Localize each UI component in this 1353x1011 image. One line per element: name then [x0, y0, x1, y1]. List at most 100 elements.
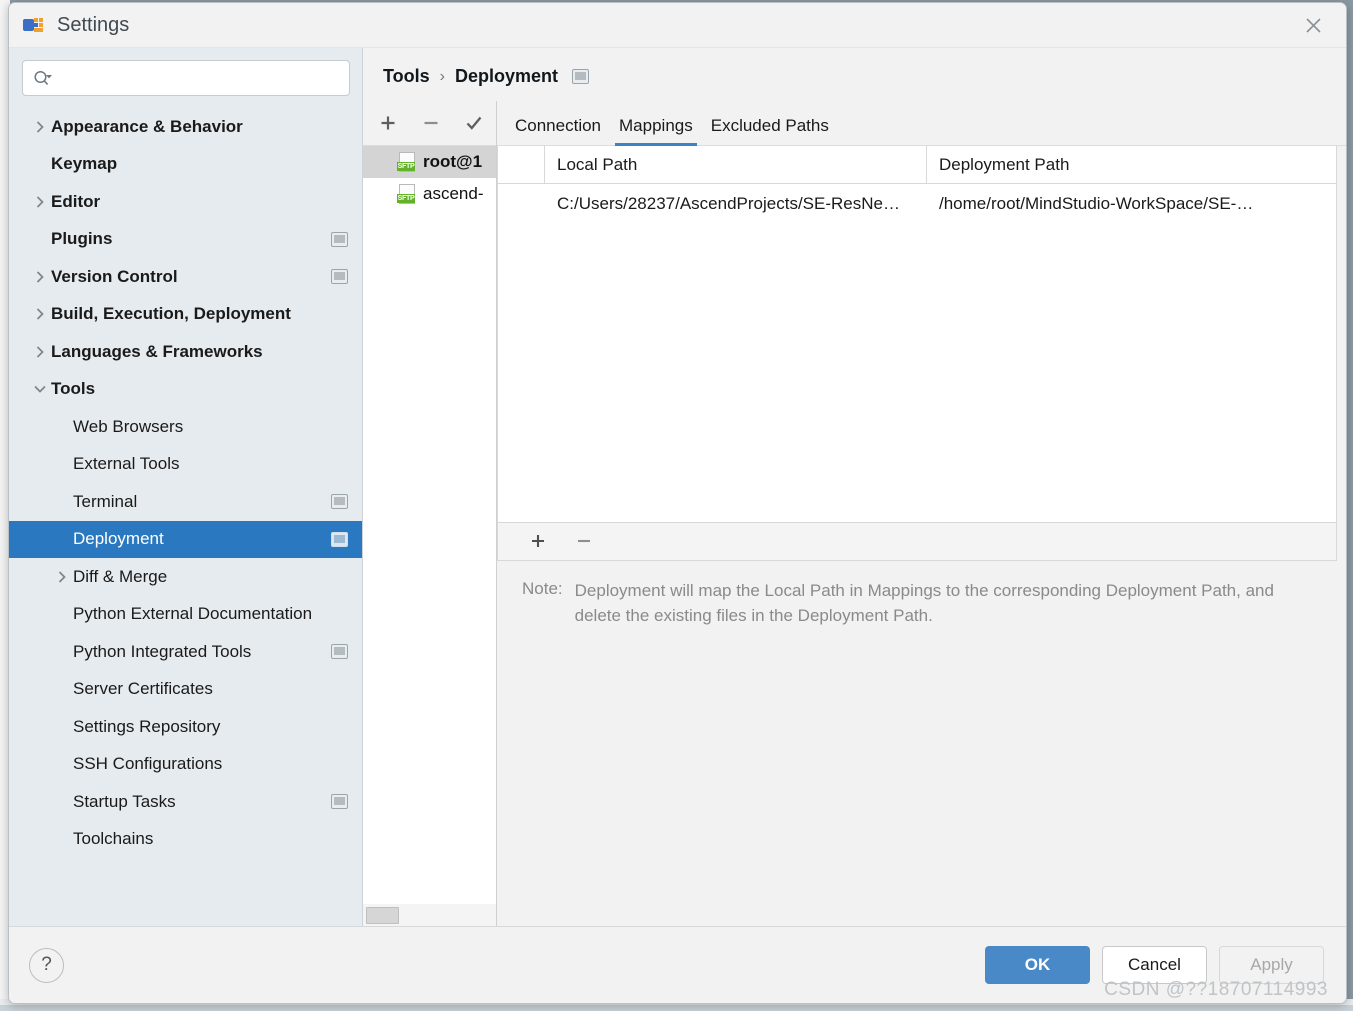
sidebar-item-label: Python Integrated Tools — [73, 641, 252, 661]
sidebar-item-label: Web Browsers — [73, 416, 184, 436]
help-button[interactable]: ? — [29, 947, 64, 983]
server-list: SFTP root@1 SFTP ascend- — [363, 146, 496, 904]
sidebar-item-keymap[interactable]: Keymap — [9, 146, 362, 184]
sidebar-item-tools[interactable]: Tools — [9, 371, 362, 409]
chevron-down-icon[interactable] — [29, 383, 51, 395]
sidebar-item-label: Diff & Merge — [73, 566, 168, 586]
project-scope-badge-icon — [572, 69, 590, 84]
sidebar-item-plugins[interactable]: Plugins — [9, 221, 362, 259]
project-scope-badge-icon — [331, 644, 348, 660]
search-icon — [33, 70, 54, 87]
chevron-right-icon[interactable] — [29, 345, 51, 359]
server-list-item[interactable]: SFTP ascend- — [363, 178, 496, 210]
search-input[interactable] — [58, 68, 341, 88]
deployment-tabs-column: Connection Mappings Excluded Paths Local P… — [497, 101, 1346, 926]
deployment-content: SFTP root@1 SFTP ascend- Connection Mappings… — [363, 101, 1346, 926]
sidebar-item-build-execution-deployment[interactable]: Build, Execution, Deployment — [9, 296, 362, 334]
sftp-server-icon: SFTP — [397, 184, 417, 204]
mappings-table-empty-area — [498, 224, 1336, 522]
pycharm-icon — [23, 15, 45, 35]
row-marker — [498, 184, 545, 224]
background-strip-bottom-edge — [0, 1005, 1353, 1011]
settings-dialog: Settings Appearance & Behavior Keymap Ed… — [8, 2, 1347, 1004]
plus-icon[interactable] — [525, 528, 551, 554]
search-box[interactable] — [22, 60, 350, 96]
sidebar-item-terminal[interactable]: Terminal — [9, 483, 362, 521]
tab-connection[interactable]: Connection — [506, 116, 610, 145]
breadcrumb-current: Deployment — [455, 66, 559, 86]
search-container — [9, 48, 362, 106]
main-panel: Tools › Deployment SFTP root@1 SFTP asce… — [363, 48, 1346, 926]
note-text: Deployment will map the Local Path in Ma… — [574, 580, 1274, 625]
scrollbar-thumb[interactable] — [366, 906, 399, 924]
tab-mappings[interactable]: Mappings — [610, 116, 702, 146]
project-scope-badge-icon — [331, 231, 348, 247]
server-toolbar — [363, 101, 496, 146]
breadcrumb-parent[interactable]: Tools — [383, 66, 430, 87]
sidebar-item-label: Build, Execution, Deployment — [51, 304, 291, 324]
deployment-tabs: Connection Mappings Excluded Paths — [497, 101, 1346, 146]
window-title: Settings — [57, 13, 130, 36]
close-icon[interactable] — [1288, 3, 1338, 47]
server-list-column: SFTP root@1 SFTP ascend- — [363, 101, 497, 926]
sidebar-item-python-integrated-tools[interactable]: Python Integrated Tools — [9, 633, 362, 671]
sidebar-item-server-certificates[interactable]: Server Certificates — [9, 671, 362, 709]
sidebar-item-version-control[interactable]: Version Control — [9, 258, 362, 296]
sidebar-item-diff-merge[interactable]: Diff & Merge — [9, 558, 362, 596]
mappings-table: Local Path Deployment Path C:/Users/2823… — [497, 146, 1337, 523]
project-scope-badge-icon — [331, 494, 348, 510]
sidebar-item-settings-repository[interactable]: Settings Repository — [9, 708, 362, 746]
dialog-body: Appearance & Behavior Keymap Editor Plugins… — [9, 47, 1346, 926]
chevron-right-icon[interactable] — [29, 270, 51, 284]
sidebar-item-label: Server Certificates — [73, 679, 213, 699]
server-list-item[interactable]: SFTP root@1 — [363, 146, 496, 178]
plus-icon[interactable] — [375, 110, 401, 136]
sidebar-item-label: External Tools — [73, 454, 180, 474]
table-row[interactable]: C:/Users/28237/AscendProjects/SE-ResNe… /… — [498, 184, 1336, 224]
sidebar-item-label: Toolchains — [73, 829, 154, 849]
sidebar-item-ssh-configurations[interactable]: SSH Configurations — [9, 746, 362, 784]
server-list-hscrollbar[interactable] — [363, 904, 496, 926]
sidebar-item-appearance-behavior[interactable]: Appearance & Behavior — [9, 108, 362, 146]
sidebar-item-label: Deployment — [73, 529, 164, 549]
dialog-footer: ? OK Cancel Apply CSDN @??18707114993 — [9, 926, 1346, 1003]
column-header-local-path[interactable]: Local Path — [545, 146, 927, 183]
chevron-right-icon[interactable] — [29, 195, 51, 209]
sidebar-item-external-tools[interactable]: External Tools — [9, 446, 362, 484]
settings-tree: Appearance & Behavior Keymap Editor Plugins… — [9, 106, 362, 926]
tab-excluded-paths[interactable]: Excluded Paths — [702, 116, 838, 145]
settings-sidebar: Appearance & Behavior Keymap Editor Plugins… — [9, 48, 363, 926]
column-header-marker[interactable] — [498, 146, 545, 183]
cell-local-path[interactable]: C:/Users/28237/AscendProjects/SE-ResNe… — [545, 184, 927, 224]
server-name: root@1 — [423, 152, 483, 171]
minus-icon[interactable] — [418, 110, 444, 136]
sidebar-item-toolchains[interactable]: Toolchains — [9, 821, 362, 859]
column-header-deployment-path[interactable]: Deployment Path — [927, 146, 1336, 183]
sidebar-item-label: Plugins — [51, 229, 113, 249]
sidebar-item-editor[interactable]: Editor — [9, 183, 362, 221]
chevron-right-icon[interactable] — [51, 570, 73, 584]
cancel-button[interactable]: Cancel — [1102, 946, 1207, 984]
cell-deployment-path[interactable]: /home/root/MindStudio-WorkSpace/SE-… — [927, 184, 1336, 224]
sidebar-item-languages-frameworks[interactable]: Languages & Frameworks — [9, 333, 362, 371]
sidebar-item-label: Terminal — [73, 491, 138, 511]
project-scope-badge-icon — [331, 531, 348, 547]
breadcrumb-separator: › — [439, 67, 445, 85]
sidebar-item-label: Version Control — [51, 266, 178, 286]
chevron-right-icon[interactable] — [29, 120, 51, 134]
sidebar-item-label: Appearance & Behavior — [51, 116, 243, 136]
check-icon[interactable] — [461, 110, 487, 136]
sidebar-item-python-external-documentation[interactable]: Python External Documentation — [9, 596, 362, 634]
ok-button[interactable]: OK — [985, 946, 1090, 984]
chevron-right-icon[interactable] — [29, 307, 51, 321]
sidebar-item-web-browsers[interactable]: Web Browsers — [9, 408, 362, 446]
sidebar-item-startup-tasks[interactable]: Startup Tasks — [9, 783, 362, 821]
project-scope-badge-icon — [331, 794, 348, 810]
sftp-badge-label: SFTP — [397, 162, 415, 171]
sidebar-item-deployment[interactable]: Deployment — [9, 520, 362, 558]
screen-root: Settings Appearance & Behavior Keymap Ed… — [0, 0, 1353, 1011]
apply-button: Apply — [1219, 946, 1324, 984]
sidebar-item-label: Tools — [51, 379, 96, 399]
minus-icon[interactable] — [571, 528, 597, 554]
sidebar-item-label: Python External Documentation — [73, 604, 313, 624]
